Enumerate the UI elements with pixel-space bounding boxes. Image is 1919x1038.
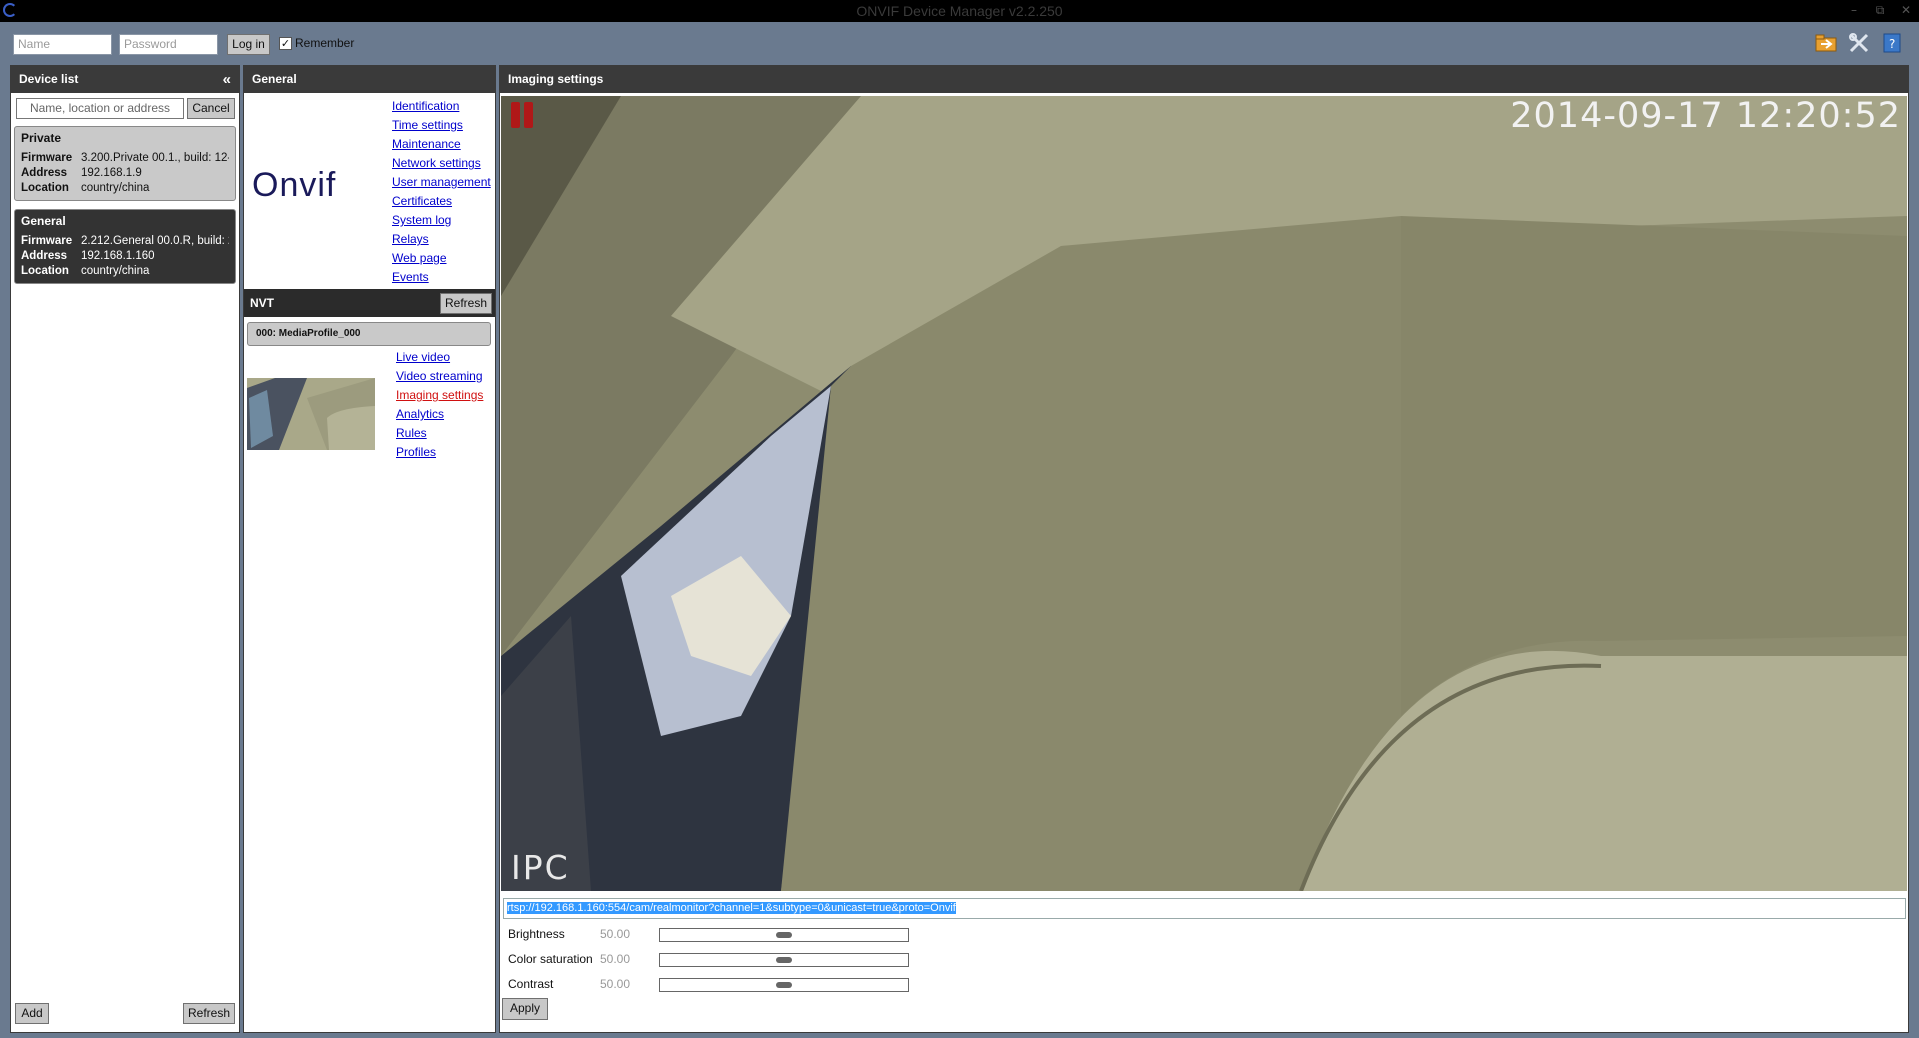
device-name: General bbox=[21, 214, 66, 228]
link-live-video[interactable]: Live video bbox=[396, 348, 483, 367]
nvt-links: Live video Video streaming Imaging setti… bbox=[396, 348, 483, 462]
video-overlay-label: IPC bbox=[511, 848, 570, 887]
collapse-icon[interactable]: « bbox=[223, 66, 231, 93]
nvt-label: NVT bbox=[250, 296, 274, 310]
login-bar: Name Password Log in ✓ Remember ? bbox=[0, 22, 1919, 64]
link-analytics[interactable]: Analytics bbox=[396, 405, 483, 424]
location-value: country/china bbox=[81, 265, 150, 277]
imaging-settings-panel: Imaging settings 2014-09-17 12:20:52 IPC… bbox=[499, 65, 1909, 1033]
general-panel: General Onvif Identification Time settin… bbox=[243, 65, 496, 1033]
folder-icon[interactable] bbox=[1815, 32, 1837, 54]
media-profile-item[interactable]: 000: MediaProfile_000 bbox=[247, 322, 491, 346]
login-button[interactable]: Log in bbox=[227, 34, 270, 55]
stream-url-field[interactable]: rtsp://192.168.1.160:554/cam/realmonitor… bbox=[503, 898, 1906, 919]
apply-button[interactable]: Apply bbox=[502, 998, 548, 1020]
link-rules[interactable]: Rules bbox=[396, 424, 483, 443]
remember-label: Remember bbox=[295, 36, 355, 50]
address-value: 192.168.1.160 bbox=[81, 250, 155, 262]
contrast-slider[interactable] bbox=[659, 978, 909, 992]
device-list-header: Device list « bbox=[11, 66, 239, 93]
remember-checkbox[interactable]: ✓ bbox=[279, 37, 292, 50]
link-web-page[interactable]: Web page bbox=[392, 249, 491, 268]
video-view[interactable]: 2014-09-17 12:20:52 IPC bbox=[501, 96, 1907, 891]
color-saturation-value: 50.00 bbox=[600, 952, 631, 966]
firmware-value: 2.212.General 00.0.R, build: 2 bbox=[81, 235, 229, 247]
location-key: Location bbox=[21, 182, 69, 194]
link-events[interactable]: Events bbox=[392, 268, 491, 287]
location-key: Location bbox=[21, 265, 69, 277]
device-list-panel: Device list « Name, location or address … bbox=[10, 65, 240, 1033]
device-name: Private bbox=[21, 131, 62, 145]
address-key: Address bbox=[21, 250, 68, 262]
device-list-title: Device list bbox=[19, 72, 79, 86]
link-relays[interactable]: Relays bbox=[392, 230, 491, 249]
pause-icon[interactable] bbox=[511, 102, 535, 128]
location-value: country/china bbox=[81, 182, 150, 194]
link-system-log[interactable]: System log bbox=[392, 211, 491, 230]
color-saturation-slider[interactable] bbox=[659, 953, 909, 967]
refresh-devices-button[interactable]: Refresh bbox=[183, 1003, 235, 1024]
title-bar: ONVIF Device Manager v2.2.250 – ⧉ ✕ bbox=[0, 0, 1919, 22]
contrast-label: Contrast bbox=[508, 977, 554, 991]
video-thumbnail[interactable] bbox=[247, 378, 375, 450]
link-identification[interactable]: Identification bbox=[392, 97, 491, 116]
link-time-settings[interactable]: Time settings bbox=[392, 116, 491, 135]
device-item-private[interactable]: Private Firmware 3.200.Private 00.1., bui… bbox=[14, 126, 236, 201]
slider-thumb[interactable] bbox=[776, 932, 792, 938]
color-saturation-label: Color saturation bbox=[508, 952, 593, 966]
nvt-refresh-button[interactable]: Refresh bbox=[440, 293, 492, 314]
settings-tools-icon[interactable] bbox=[1848, 32, 1870, 54]
help-book-icon[interactable]: ? bbox=[1881, 32, 1903, 54]
device-search-input[interactable]: Name, location or address bbox=[16, 98, 184, 119]
firmware-value: 3.200.Private 00.1., build: 12- bbox=[81, 152, 229, 164]
svg-text:?: ? bbox=[1889, 37, 1895, 51]
address-value: 192.168.1.9 bbox=[81, 167, 142, 179]
link-user-management[interactable]: User management bbox=[392, 173, 491, 192]
video-timestamp: 2014-09-17 12:20:52 bbox=[1510, 96, 1901, 136]
window-title: ONVIF Device Manager v2.2.250 bbox=[856, 3, 1063, 19]
device-item-general[interactable]: General Firmware 2.212.General 00.0.R, bu… bbox=[14, 209, 236, 284]
close-button[interactable]: ✕ bbox=[1894, 0, 1918, 20]
address-key: Address bbox=[21, 167, 68, 179]
imaging-header: Imaging settings bbox=[500, 66, 1908, 93]
stream-url-text: rtsp://192.168.1.160:554/cam/realmonitor… bbox=[507, 902, 956, 914]
firmware-key: Firmware bbox=[21, 235, 73, 247]
slider-thumb[interactable] bbox=[776, 957, 792, 963]
slider-thumb[interactable] bbox=[776, 982, 792, 988]
maximize-button[interactable]: ⧉ bbox=[1868, 0, 1892, 20]
link-maintenance[interactable]: Maintenance bbox=[392, 135, 491, 154]
link-certificates[interactable]: Certificates bbox=[392, 192, 491, 211]
link-network-settings[interactable]: Network settings bbox=[392, 154, 491, 173]
onvif-logo: Onvif bbox=[252, 166, 337, 204]
minimize-button[interactable]: – bbox=[1842, 0, 1866, 20]
contrast-value: 50.00 bbox=[600, 977, 631, 991]
firmware-key: Firmware bbox=[21, 152, 73, 164]
camera-frame bbox=[501, 96, 1907, 891]
password-input[interactable]: Password bbox=[119, 34, 218, 55]
link-imaging-settings[interactable]: Imaging settings bbox=[396, 386, 483, 405]
name-input[interactable]: Name bbox=[13, 34, 112, 55]
general-header: General bbox=[244, 66, 495, 93]
brightness-value: 50.00 bbox=[600, 927, 631, 941]
brightness-slider[interactable] bbox=[659, 928, 909, 942]
link-profiles[interactable]: Profiles bbox=[396, 443, 483, 462]
cancel-button[interactable]: Cancel bbox=[187, 98, 235, 119]
general-links: Identification Time settings Maintenance… bbox=[392, 97, 491, 287]
brightness-label: Brightness bbox=[508, 927, 565, 941]
link-video-streaming[interactable]: Video streaming bbox=[396, 367, 483, 386]
add-device-button[interactable]: Add bbox=[15, 1003, 49, 1024]
